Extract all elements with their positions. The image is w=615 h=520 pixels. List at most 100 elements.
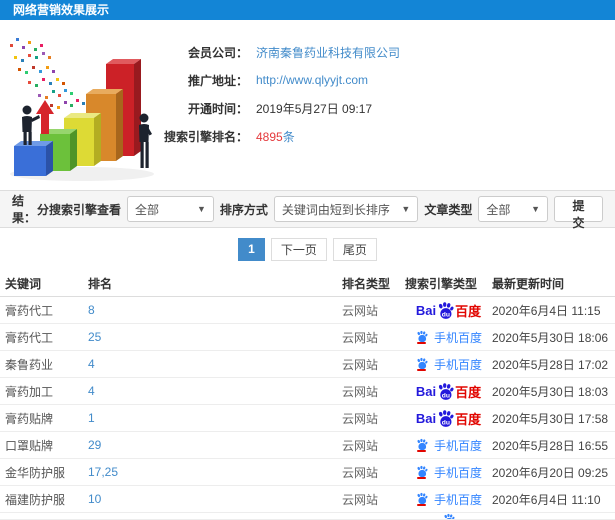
engine-filter-label: 分搜索引擎查看: [36, 202, 121, 217]
svg-text:du: du: [442, 392, 450, 399]
promotion-url-field: 推广地址： http://www.qlyyjt.com: [160, 66, 400, 94]
svg-text:du: du: [442, 311, 450, 318]
rank-link[interactable]: 17,25: [88, 465, 342, 479]
engine-filter-select[interactable]: 全部 ▼: [126, 196, 214, 222]
open-time-label: 开通时间：: [187, 101, 248, 116]
baidu-paw-icon: du: [439, 382, 454, 400]
open-time-field: 开通时间： 2019年5月27日 09:17: [160, 94, 400, 122]
baidu-paw-icon: du: [439, 409, 454, 427]
article-type-select[interactable]: 全部 ▼: [478, 196, 548, 222]
table-row: 秦鲁药业 4 云网站 手机百度 2020年5月28日 17:02: [0, 351, 615, 378]
baidu-mobile-logo: 手机百度: [415, 464, 482, 481]
businessman-left: [22, 105, 40, 145]
table-row: 金华防护服 17,25 云网站 手机百度 2020年6月20日 09:25: [0, 459, 615, 486]
info-fields: 会员公司： 济南秦鲁药业科技有限公司 推广地址： http://www.qlyy…: [160, 38, 400, 150]
update-time-cell: 2020年6月4日 11:10: [492, 492, 601, 507]
table-row: 口罩贴牌 29 云网站 手机百度 2020年5月28日 16:55: [0, 432, 615, 459]
engine-cell: 手机百度: [405, 491, 492, 508]
results-table: 关键词 排名 排名类型 搜索引擎类型 最新更新时间 膏药代工 8 云网站 Bai…: [0, 270, 615, 520]
baidu-mobile-logo: 手机百度: [415, 437, 482, 454]
engine-rank-label: 搜索引擎排名：: [163, 129, 248, 144]
info-section: 会员公司： 济南秦鲁药业科技有限公司 推广地址： http://www.qlyy…: [0, 20, 615, 190]
rank-type-cell: 云网站: [342, 303, 379, 318]
sort-label: 排序方式: [219, 202, 268, 217]
engine-rank-field: 搜索引擎排名： 4895条: [160, 122, 400, 150]
engine-cell: [405, 513, 492, 519]
next-page-button[interactable]: 下一页: [270, 237, 327, 261]
engine-cell: Bai du 百度: [405, 409, 492, 428]
result-label: 结果：: [12, 194, 37, 225]
article-type-label: 文章类型: [424, 202, 473, 217]
table-row: 福建防护服 10 云网站 手机百度 2020年6月4日 11:10: [0, 486, 615, 513]
rank-type-cell: 云网站: [342, 357, 379, 372]
keyword-cell: 秦鲁药业: [5, 357, 54, 372]
baidu-pc-logo: Bai du 百度: [415, 409, 482, 427]
update-time-cell: 2020年5月30日 17:58: [492, 411, 609, 426]
table-row: 膏药贴牌 1 云网站 Bai du 百度 2020年5月30日 17:58: [0, 405, 615, 432]
rank-link[interactable]: 1: [88, 411, 342, 425]
promotion-url-link[interactable]: http://www.qlyyjt.com: [256, 73, 368, 87]
col-rank: 排名: [88, 276, 113, 291]
chevron-down-icon: ▼: [196, 204, 206, 214]
pagination: 1 下一页 尾页: [0, 228, 615, 270]
baidu-pc-logo: Bai du 百度: [415, 382, 482, 400]
update-time-cell: 2020年5月30日 18:03: [492, 384, 609, 399]
rank-type-cell: 云网站: [342, 411, 379, 426]
rank-link[interactable]: 29: [88, 438, 342, 452]
engine-cell: Bai du 百度: [405, 382, 492, 401]
engine-cell: 手机百度: [405, 356, 492, 373]
sort-select[interactable]: 关键词由短到长排序 ▼: [273, 196, 419, 222]
col-update-time: 最新更新时间: [492, 276, 565, 291]
baidu-mobile-logo: 手机百度: [415, 329, 482, 346]
chevron-down-icon: ▼: [531, 204, 540, 214]
confetti-dots: [10, 38, 85, 109]
submit-button[interactable]: 提交: [554, 196, 604, 230]
table-row-partial: [0, 513, 615, 520]
baidu-mobile-logo: 手机百度: [415, 356, 482, 373]
rank-link[interactable]: 10: [88, 492, 342, 506]
keyword-cell: 膏药加工: [5, 384, 54, 399]
rank-link[interactable]: 25: [88, 330, 342, 344]
table-row: 膏药代工 25 云网站 手机百度 2020年5月30日 18:06: [0, 324, 615, 351]
bar-blue: [14, 141, 53, 176]
table-row: 膏药加工 4 云网站 Bai du 百度 2020年5月30日 18:03: [0, 378, 615, 405]
engine-cell: 手机百度: [405, 329, 492, 346]
last-page-button[interactable]: 尾页: [332, 237, 377, 261]
engine-rank-value: 4895条: [256, 128, 295, 145]
table-row: 膏药代工 8 云网站 Bai du 百度 2020年6月4日 11:15: [0, 297, 615, 324]
baidu-mobile-logo: [442, 513, 456, 519]
update-time-cell: 2020年6月20日 09:25: [492, 465, 609, 480]
filter-controls: 分搜索引擎查看 全部 ▼ 排序方式 关键词由短到长排序 ▼ 文章类型 全部 ▼ …: [36, 196, 604, 230]
sort-value: 关键词由短到长排序: [281, 202, 390, 217]
keyword-cell: 膏药贴牌: [5, 411, 54, 426]
baidu-red-underline: [417, 504, 427, 506]
company-link[interactable]: 济南秦鲁药业科技有限公司: [256, 44, 400, 61]
rank-count: 4895: [256, 129, 283, 144]
engine-cell: 手机百度: [405, 437, 492, 454]
rank-type-cell: 云网站: [342, 438, 379, 453]
update-time-cell: 2020年5月28日 16:55: [492, 438, 609, 453]
baidu-pc-logo: Bai du 百度: [415, 301, 482, 319]
col-engine-type: 搜索引擎类型: [405, 276, 478, 291]
update-time-cell: 2020年6月4日 11:15: [492, 303, 601, 318]
baidu-red-underline: [417, 342, 427, 344]
rank-link[interactable]: 4: [88, 357, 342, 371]
keyword-cell: 膏药代工: [5, 303, 54, 318]
svg-text:du: du: [442, 419, 450, 426]
keyword-cell: 金华防护服: [5, 465, 66, 480]
baidu-red-underline: [417, 450, 427, 452]
baidu-red-underline: [417, 369, 427, 371]
article-type-value: 全部: [486, 202, 511, 217]
page-title: 网络营销效果展示: [13, 3, 110, 17]
rank-type-cell: 云网站: [342, 465, 379, 480]
keyword-cell: 福建防护服: [5, 492, 66, 507]
engine-cell: 手机百度: [405, 464, 492, 481]
rank-type-cell: 云网站: [342, 384, 379, 399]
page-1-button[interactable]: 1: [238, 237, 265, 261]
rank-link[interactable]: 8: [88, 303, 342, 317]
growth-chart-illustration: [10, 38, 154, 181]
rank-link[interactable]: 4: [88, 384, 342, 398]
company-label: 会员公司：: [187, 45, 248, 60]
baidu-paw-icon: [444, 513, 454, 519]
rank-type-cell: 云网站: [342, 492, 379, 507]
